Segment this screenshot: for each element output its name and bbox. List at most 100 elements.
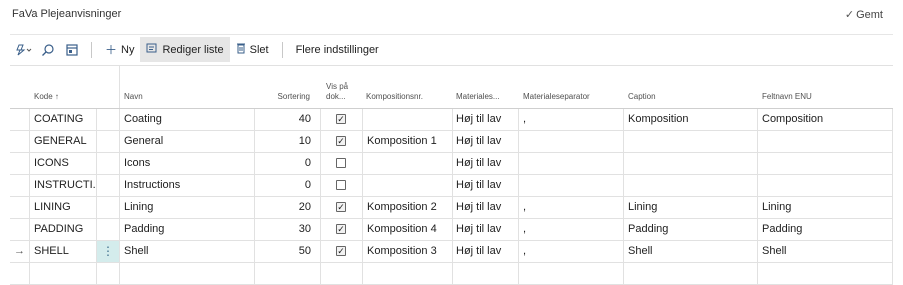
cell-separator[interactable] bbox=[523, 131, 618, 152]
vis-checkbox[interactable] bbox=[336, 180, 346, 190]
cell-feltnavn[interactable] bbox=[762, 175, 887, 196]
cell-navn[interactable]: Icons bbox=[124, 153, 249, 174]
cell-feltnavn[interactable]: Composition bbox=[762, 109, 887, 130]
cell-materiales[interactable]: Høj til lav bbox=[456, 219, 516, 240]
cell-sortering[interactable]: 0 bbox=[256, 153, 311, 174]
cell-kode[interactable]: COATING bbox=[34, 109, 96, 130]
cell-navn[interactable]: General bbox=[124, 131, 249, 152]
table-row[interactable]: COATING Coating 40 ✓ Høj til lav, Komposition… bbox=[10, 109, 893, 131]
cell-sortering[interactable]: 0 bbox=[256, 175, 311, 196]
cell-caption[interactable]: Padding bbox=[628, 219, 753, 240]
cell-navn[interactable]: Instructions bbox=[124, 175, 249, 196]
cell-feltnavn[interactable] bbox=[762, 153, 887, 174]
cell-komposition[interactable] bbox=[367, 175, 451, 196]
column-divider bbox=[518, 109, 519, 130]
cell-kode[interactable]: PADDING bbox=[34, 219, 96, 240]
table-row[interactable]: GENERAL General 10 ✓ Komposition 1 Høj til la… bbox=[10, 131, 893, 153]
cell-sortering[interactable]: 40 bbox=[256, 109, 311, 130]
cell-kode[interactable]: LINING bbox=[34, 197, 96, 218]
cell-sortering[interactable]: 10 bbox=[256, 131, 311, 152]
cell-materiales[interactable]: Høj til lav bbox=[456, 131, 516, 152]
cell-navn[interactable]: Coating bbox=[124, 109, 249, 130]
cell-navn[interactable]: Shell bbox=[124, 241, 249, 262]
column-header-sortering[interactable]: Sortering bbox=[256, 92, 310, 102]
cell-feltnavn[interactable]: Shell bbox=[762, 241, 887, 262]
cell-komposition[interactable]: Komposition 1 bbox=[367, 131, 451, 152]
column-divider bbox=[29, 219, 30, 240]
column-divider bbox=[518, 219, 519, 240]
cell-kode[interactable]: SHELL bbox=[34, 241, 96, 262]
cell-kode[interactable]: ICONS bbox=[34, 153, 96, 174]
cell-feltnavn[interactable]: Lining bbox=[762, 197, 887, 218]
vis-checkbox[interactable]: ✓ bbox=[336, 136, 346, 146]
cell-komposition[interactable]: Komposition 3 bbox=[367, 241, 451, 262]
vis-checkbox[interactable]: ✓ bbox=[336, 246, 346, 256]
column-header-materialeseparator[interactable]: Materialeseparator bbox=[523, 92, 623, 102]
cell-navn[interactable]: Padding bbox=[124, 219, 249, 240]
column-divider bbox=[254, 263, 255, 284]
column-header-feltnavn[interactable]: Feltnavn ENU bbox=[762, 92, 882, 102]
column-divider bbox=[119, 263, 120, 284]
column-header-vis[interactable]: Vis på dok... bbox=[326, 82, 360, 102]
cell-caption[interactable]: Komposition bbox=[628, 109, 753, 130]
cell-kode[interactable]: INSTRUCTI... bbox=[34, 175, 96, 196]
vis-checkbox[interactable]: ✓ bbox=[336, 114, 346, 124]
saved-label: Gemt bbox=[856, 9, 883, 21]
cell-materiales[interactable]: Høj til lav bbox=[456, 241, 516, 262]
column-divider bbox=[320, 131, 321, 152]
column-header-caption[interactable]: Caption bbox=[628, 92, 748, 102]
cell-navn[interactable]: Lining bbox=[124, 197, 249, 218]
cell-separator[interactable]: , bbox=[523, 197, 618, 218]
cell-materiales[interactable]: Høj til lav bbox=[456, 197, 516, 218]
column-header-kode[interactable]: Kode ↑ bbox=[34, 92, 94, 102]
cell-komposition[interactable] bbox=[367, 109, 451, 130]
column-divider bbox=[518, 131, 519, 152]
vis-checkbox[interactable]: ✓ bbox=[336, 202, 346, 212]
column-header-navn[interactable]: Navn bbox=[124, 92, 244, 102]
cell-separator[interactable]: , bbox=[523, 241, 618, 262]
cell-separator[interactable] bbox=[523, 175, 618, 196]
table-row[interactable]: LINING Lining 20 ✓ Komposition 2 Høj til lav,… bbox=[10, 197, 893, 219]
cell-separator[interactable]: , bbox=[523, 219, 618, 240]
table-row[interactable]: PADDING Padding 30 ✓ Komposition 4 Høj til la… bbox=[10, 219, 893, 241]
row-actions-icon[interactable]: ⋮ bbox=[97, 241, 119, 262]
column-divider bbox=[362, 263, 363, 284]
cell-caption[interactable]: Lining bbox=[628, 197, 753, 218]
table-row[interactable]: ICONS Icons 0 Høj til lav bbox=[10, 153, 893, 175]
column-divider bbox=[892, 131, 893, 152]
cell-sortering[interactable]: 20 bbox=[256, 197, 311, 218]
cell-materiales[interactable]: Høj til lav bbox=[456, 109, 516, 130]
cell-caption[interactable] bbox=[628, 153, 753, 174]
cell-materiales[interactable]: Høj til lav bbox=[456, 153, 516, 174]
search-icon[interactable] bbox=[36, 37, 60, 62]
cell-feltnavn[interactable]: Padding bbox=[762, 219, 887, 240]
empty-new-row[interactable] bbox=[10, 263, 893, 285]
cell-materiales[interactable]: Høj til lav bbox=[456, 175, 516, 196]
column-header-materiales[interactable]: Materiales... bbox=[456, 92, 512, 102]
new-button[interactable]: ＋ Ny bbox=[99, 37, 140, 62]
cell-feltnavn[interactable] bbox=[762, 131, 887, 152]
cell-caption[interactable] bbox=[628, 131, 753, 152]
cell-separator[interactable] bbox=[523, 153, 618, 174]
cell-komposition[interactable]: Komposition 2 bbox=[367, 197, 451, 218]
edit-list-button[interactable]: Rediger liste bbox=[140, 37, 230, 62]
vis-checkbox[interactable]: ✓ bbox=[336, 224, 346, 234]
cell-sortering[interactable]: 30 bbox=[256, 219, 311, 240]
automate-icon[interactable] bbox=[12, 37, 36, 62]
cell-kode[interactable]: GENERAL bbox=[34, 131, 96, 152]
cell-sortering[interactable]: 50 bbox=[256, 241, 311, 262]
cell-caption[interactable] bbox=[628, 175, 753, 196]
layout-icon[interactable] bbox=[60, 37, 84, 62]
list-grid: Kode ↑ Navn Sortering Vis på dok... Kompo… bbox=[10, 65, 893, 285]
vis-checkbox[interactable] bbox=[336, 158, 346, 168]
delete-button[interactable]: Slet bbox=[230, 37, 275, 62]
cell-caption[interactable]: Shell bbox=[628, 241, 753, 262]
cell-separator[interactable]: , bbox=[523, 109, 618, 130]
more-settings-button[interactable]: Flere indstillinger bbox=[290, 37, 385, 62]
table-row[interactable]: → ⋮ SHELL Shell 50 ✓ Komposition 3 Høj til lav,… bbox=[10, 241, 893, 263]
plus-icon: ＋ bbox=[105, 43, 118, 57]
table-row[interactable]: INSTRUCTI... Instructions 0 Høj til lav bbox=[10, 175, 893, 197]
column-header-komposition[interactable]: Kompositionsnr. bbox=[366, 92, 450, 102]
cell-komposition[interactable] bbox=[367, 153, 451, 174]
cell-komposition[interactable]: Komposition 4 bbox=[367, 219, 451, 240]
